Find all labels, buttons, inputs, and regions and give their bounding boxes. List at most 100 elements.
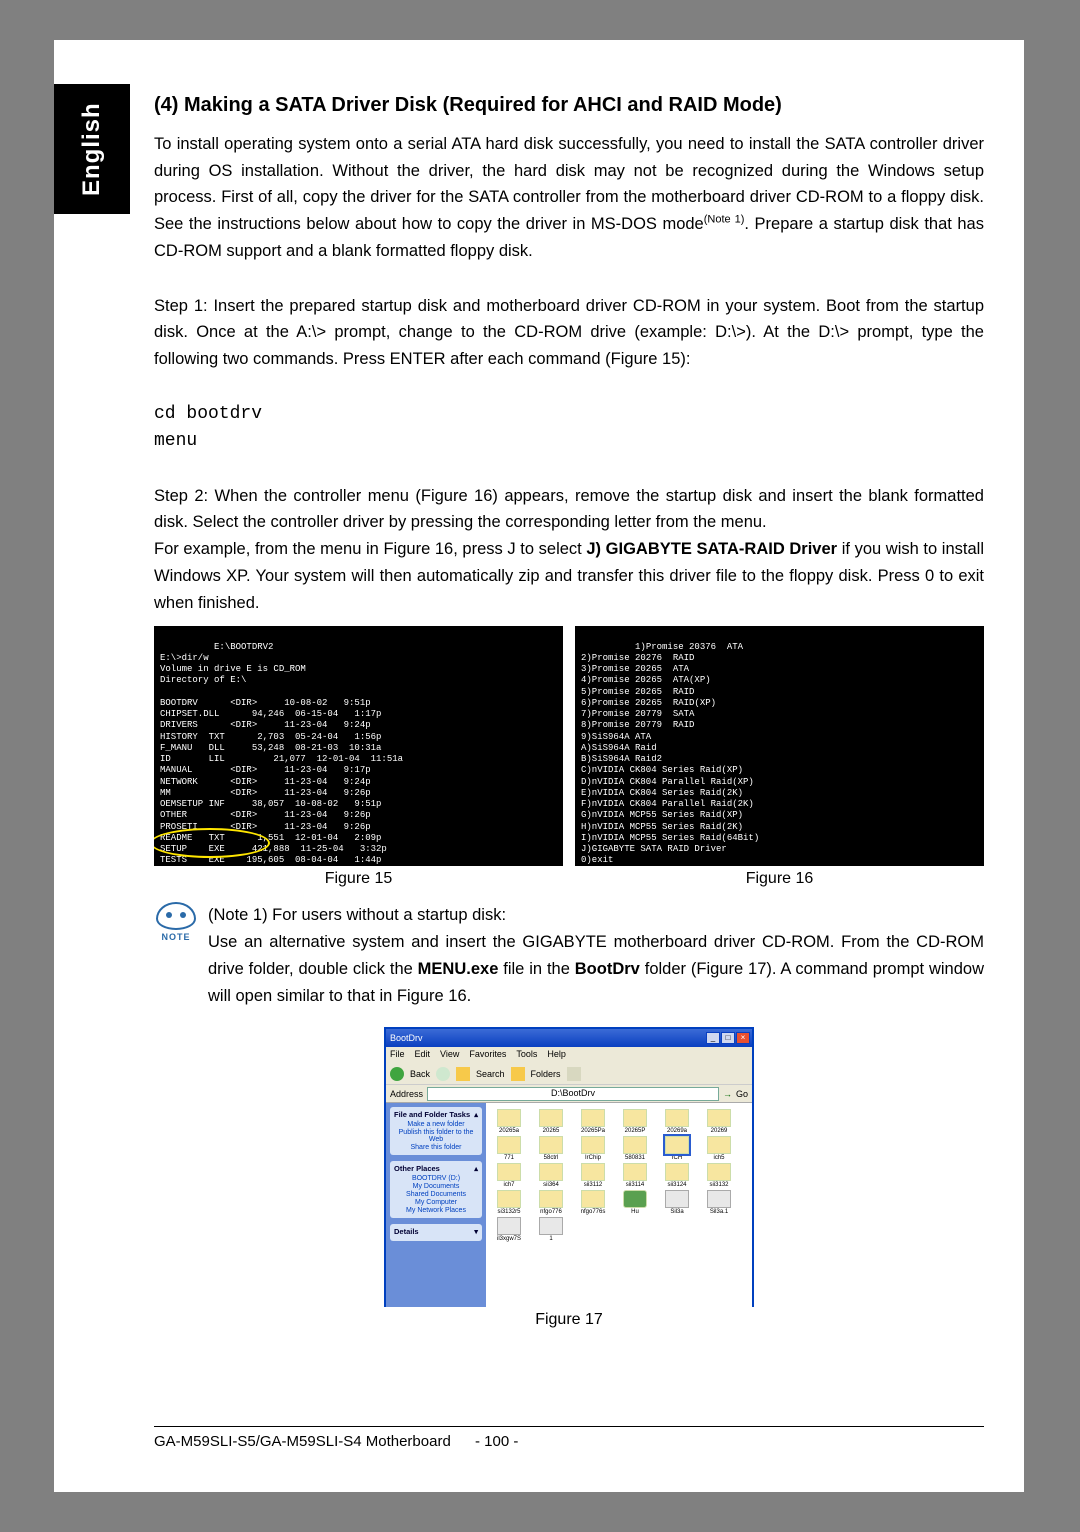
folder-item[interactable]: nfgo776s: [574, 1190, 612, 1215]
folder-label: il3xgw7S: [490, 1236, 528, 1242]
folder-icon: [539, 1217, 563, 1235]
place-shared[interactable]: Shared Documents: [394, 1191, 478, 1198]
window-titlebar: BootDrv _ □ ×: [386, 1029, 752, 1047]
folder-label: nfgo776: [532, 1209, 570, 1215]
folder-item[interactable]: 58ctrl: [532, 1136, 570, 1161]
menu-tools[interactable]: Tools: [516, 1049, 537, 1061]
note-bold-bootdrv: BootDrv: [575, 960, 640, 978]
folder-label: si3132r5: [490, 1209, 528, 1215]
go-button[interactable]: Go: [736, 1089, 748, 1099]
menu-favorites[interactable]: Favorites: [469, 1049, 506, 1061]
place-drive[interactable]: BOOTDRV (D:): [394, 1175, 478, 1182]
folder-item[interactable]: 20265a: [490, 1109, 528, 1134]
back-button[interactable]: [390, 1067, 404, 1081]
tasks-pane: File and Folder Tasks▴ Make a new folder…: [390, 1107, 482, 1155]
folder-item[interactable]: ICH: [658, 1136, 696, 1161]
folder-item[interactable]: 20265P: [616, 1109, 654, 1134]
folder-item[interactable]: 1: [532, 1217, 570, 1242]
figure-15-caption: Figure 15: [154, 870, 563, 888]
folder-label: 580831: [616, 1155, 654, 1161]
folder-icon: [539, 1190, 563, 1208]
section-heading: (4) Making a SATA Driver Disk (Required …: [154, 94, 984, 117]
folder-icon: [497, 1190, 521, 1208]
folder-label: 20265P: [616, 1128, 654, 1134]
folder-item[interactable]: 580831: [616, 1136, 654, 1161]
window-body: File and Folder Tasks▴ Make a new folder…: [386, 1103, 752, 1307]
note-icon-col: NOTE: [154, 902, 198, 1009]
folder-item[interactable]: 20269: [700, 1109, 738, 1134]
folder-icon: [623, 1163, 647, 1181]
folder-icon: [497, 1136, 521, 1154]
folder-item[interactable]: 20269a: [658, 1109, 696, 1134]
menu-help[interactable]: Help: [547, 1049, 566, 1061]
folder-label: ICH: [658, 1155, 696, 1161]
folder-item[interactable]: sii3132: [700, 1163, 738, 1188]
folder-icon: [581, 1163, 605, 1181]
folder-item[interactable]: sii3114: [616, 1163, 654, 1188]
menu-view[interactable]: View: [440, 1049, 459, 1061]
folder-item[interactable]: 20265: [532, 1109, 570, 1134]
step2-bold-driver: J) GIGABYTE SATA-RAID Driver: [586, 540, 837, 558]
folder-item[interactable]: Hu: [616, 1190, 654, 1215]
figure-15-col: E:\BOOTDRV2 E:\>dir/w Volume in drive E …: [154, 626, 563, 888]
note-bold-menu: MENU.exe: [418, 960, 499, 978]
place-mydocs[interactable]: My Documents: [394, 1183, 478, 1190]
folder-label: 771: [490, 1155, 528, 1161]
folder-icon: [497, 1163, 521, 1181]
folder-item[interactable]: nfgo776: [532, 1190, 570, 1215]
search-button[interactable]: Search: [476, 1069, 505, 1079]
command-block: cd bootdrv menu: [154, 401, 984, 455]
places-header: Other Places: [394, 1164, 440, 1173]
address-label: Address: [390, 1089, 423, 1099]
note-body-c: file in the: [498, 960, 574, 978]
folder-item[interactable]: 20265Pa: [574, 1109, 612, 1134]
folders-icon[interactable]: [511, 1067, 525, 1081]
window-main: 20265a20265 20265Pa 20265P 20269a20269 771 58…: [486, 1103, 752, 1307]
folder-label: 58ctrl: [532, 1155, 570, 1161]
step2-paragraph: Step 2: When the controller menu (Figure…: [154, 483, 984, 617]
folder-item[interactable]: Sil3a: [658, 1190, 696, 1215]
language-tab: English: [54, 84, 130, 214]
up-icon[interactable]: [456, 1067, 470, 1081]
place-network[interactable]: My Network Places: [394, 1207, 478, 1214]
folder-item[interactable]: sii3124: [658, 1163, 696, 1188]
folder-item[interactable]: Sil3a.1: [700, 1190, 738, 1215]
folder-item[interactable]: si3132r5: [490, 1190, 528, 1215]
address-field[interactable]: D:\BootDrv: [427, 1087, 719, 1101]
folder-label: sii364: [532, 1182, 570, 1188]
folder-item[interactable]: il3xgw7S: [490, 1217, 528, 1242]
forward-button[interactable]: [436, 1067, 450, 1081]
folder-item[interactable]: sii3112: [574, 1163, 612, 1188]
folder-icon: [539, 1163, 563, 1181]
folder-label: 20265Pa: [574, 1128, 612, 1134]
note-text: (Note 1) For users without a startup dis…: [208, 902, 984, 1009]
page-footer: GA-M59SLI-S5/GA-M59SLI-S4 Motherboard - …: [154, 1426, 984, 1450]
task-publish[interactable]: Publish this folder to the Web: [394, 1129, 478, 1143]
folder-icon: [539, 1109, 563, 1127]
folder-label: sii3114: [616, 1182, 654, 1188]
folder-item[interactable]: 771: [490, 1136, 528, 1161]
figure-17-caption: Figure 17: [384, 1311, 754, 1329]
page-content: (4) Making a SATA Driver Disk (Required …: [154, 94, 984, 1329]
window-sidebar: File and Folder Tasks▴ Make a new folder…: [386, 1103, 486, 1307]
menu-file[interactable]: File: [390, 1049, 405, 1061]
details-pane: Details▾: [390, 1224, 482, 1241]
menu-edit[interactable]: Edit: [415, 1049, 431, 1061]
place-mycomp[interactable]: My Computer: [394, 1199, 478, 1206]
task-new-folder[interactable]: Make a new folder: [394, 1121, 478, 1128]
task-share[interactable]: Share this folder: [394, 1144, 478, 1151]
close-button[interactable]: ×: [736, 1032, 750, 1044]
folder-item[interactable]: ich7: [490, 1163, 528, 1188]
folders-button[interactable]: Folders: [531, 1069, 561, 1079]
fig16-text: 1)Promise 20376 ATA 2)Promise 20276 RAID…: [581, 642, 759, 866]
folder-label: IrChip: [574, 1155, 612, 1161]
figure-15-screenshot: E:\BOOTDRV2 E:\>dir/w Volume in drive E …: [154, 626, 563, 866]
maximize-button[interactable]: □: [721, 1032, 735, 1044]
intro-paragraph: To install operating system onto a seria…: [154, 131, 984, 265]
views-icon[interactable]: [567, 1067, 581, 1081]
folder-item[interactable]: sii364: [532, 1163, 570, 1188]
minimize-button[interactable]: _: [706, 1032, 720, 1044]
window-menubar: File Edit View Favorites Tools Help: [386, 1047, 752, 1063]
folder-item[interactable]: IrChip: [574, 1136, 612, 1161]
folder-item[interactable]: ich5: [700, 1136, 738, 1161]
